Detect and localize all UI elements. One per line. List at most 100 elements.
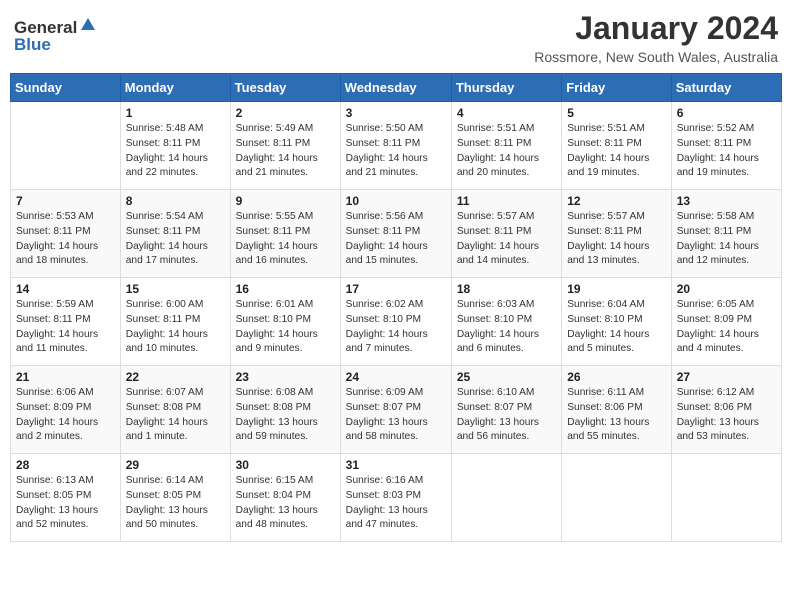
calendar-week-row: 28 Sunrise: 6:13 AM Sunset: 8:05 PM Dayli… xyxy=(11,454,782,542)
day-number: 3 xyxy=(346,106,446,120)
day-info: Sunrise: 6:07 AM Sunset: 8:08 PM Dayligh… xyxy=(126,386,225,445)
day-info: Sunrise: 5:53 AM Sunset: 8:11 PM Dayligh… xyxy=(16,210,115,269)
day-info: Sunrise: 5:56 AM Sunset: 8:11 PM Dayligh… xyxy=(346,210,446,269)
calendar-week-row: 1Sunrise: 5:48 AM Sunset: 8:11 PM Daylig… xyxy=(11,102,782,190)
day-info: Sunrise: 5:51 AM Sunset: 8:11 PM Dayligh… xyxy=(567,122,665,181)
day-number: 16 xyxy=(236,282,335,296)
day-info: Sunrise: 5:54 AM Sunset: 8:11 PM Dayligh… xyxy=(126,210,225,269)
calendar-table: Sunday Monday Tuesday Wednesday Thursday… xyxy=(10,73,782,542)
day-info: Sunrise: 5:58 AM Sunset: 8:11 PM Dayligh… xyxy=(677,210,776,269)
day-info: Sunrise: 5:51 AM Sunset: 8:11 PM Dayligh… xyxy=(457,122,556,181)
table-row: 18Sunrise: 6:03 AM Sunset: 8:10 PM Dayli… xyxy=(451,278,561,366)
table-row: 16Sunrise: 6:01 AM Sunset: 8:10 PM Dayli… xyxy=(230,278,340,366)
day-number: 9 xyxy=(236,194,335,208)
day-info: Sunrise: 6:04 AM Sunset: 8:10 PM Dayligh… xyxy=(567,298,665,357)
day-number: 21 xyxy=(16,370,115,384)
day-number: 19 xyxy=(567,282,665,296)
day-number: 26 xyxy=(567,370,665,384)
header-wednesday: Wednesday xyxy=(340,74,451,102)
day-info: Sunrise: 6:15 AM Sunset: 8:04 PM Dayligh… xyxy=(236,474,335,533)
day-number: 20 xyxy=(677,282,776,296)
day-info: Sunrise: 5:50 AM Sunset: 8:11 PM Dayligh… xyxy=(346,122,446,181)
header-thursday: Thursday xyxy=(451,74,561,102)
header-sunday: Sunday xyxy=(11,74,121,102)
day-number: 15 xyxy=(126,282,225,296)
table-row: 10 Sunrise: 5:56 AM Sunset: 8:11 PM Dayli… xyxy=(340,190,451,278)
day-number: 28 xyxy=(16,458,115,472)
table-row: 14Sunrise: 5:59 AM Sunset: 8:11 PM Dayli… xyxy=(11,278,121,366)
header-saturday: Saturday xyxy=(671,74,781,102)
table-row: 11 Sunrise: 5:57 AM Sunset: 8:11 PM Dayli… xyxy=(451,190,561,278)
day-number: 17 xyxy=(346,282,446,296)
day-number: 5 xyxy=(567,106,665,120)
day-info: Sunrise: 5:55 AM Sunset: 8:11 PM Dayligh… xyxy=(236,210,335,269)
table-row xyxy=(11,102,121,190)
table-row: 12 Sunrise: 5:57 AM Sunset: 8:11 PM Dayli… xyxy=(562,190,671,278)
logo-icon xyxy=(79,16,97,39)
table-row: 5 Sunrise: 5:51 AM Sunset: 8:11 PM Daylig… xyxy=(562,102,671,190)
day-info: Sunrise: 6:13 AM Sunset: 8:05 PM Dayligh… xyxy=(16,474,115,533)
table-row xyxy=(671,454,781,542)
table-row: 7 Sunrise: 5:53 AM Sunset: 8:11 PM Daylig… xyxy=(11,190,121,278)
day-info: Sunrise: 6:09 AM Sunset: 8:07 PM Dayligh… xyxy=(346,386,446,445)
header-monday: Monday xyxy=(120,74,230,102)
header-friday: Friday xyxy=(562,74,671,102)
day-number: 30 xyxy=(236,458,335,472)
day-info: Sunrise: 6:14 AM Sunset: 8:05 PM Dayligh… xyxy=(126,474,225,533)
day-number: 7 xyxy=(16,194,115,208)
day-number: 22 xyxy=(126,370,225,384)
day-number: 6 xyxy=(677,106,776,120)
table-row: 23 Sunrise: 6:08 AM Sunset: 8:08 PM Dayli… xyxy=(230,366,340,454)
day-number: 13 xyxy=(677,194,776,208)
calendar-week-row: 7 Sunrise: 5:53 AM Sunset: 8:11 PM Daylig… xyxy=(11,190,782,278)
day-info: Sunrise: 6:08 AM Sunset: 8:08 PM Dayligh… xyxy=(236,386,335,445)
logo-blue: Blue xyxy=(14,35,51,55)
table-row xyxy=(451,454,561,542)
day-number: 23 xyxy=(236,370,335,384)
day-number: 11 xyxy=(457,194,556,208)
calendar-subtitle: Rossmore, New South Wales, Australia xyxy=(534,49,778,65)
table-row: 20Sunrise: 6:05 AM Sunset: 8:09 PM Dayli… xyxy=(671,278,781,366)
calendar-week-row: 21 Sunrise: 6:06 AM Sunset: 8:09 PM Dayli… xyxy=(11,366,782,454)
table-row: 15 Sunrise: 6:00 AM Sunset: 8:11 PM Dayli… xyxy=(120,278,230,366)
day-number: 1 xyxy=(126,106,225,120)
table-row: 25Sunrise: 6:10 AM Sunset: 8:07 PM Dayli… xyxy=(451,366,561,454)
table-row: 26 Sunrise: 6:11 AM Sunset: 8:06 PM Dayli… xyxy=(562,366,671,454)
day-number: 27 xyxy=(677,370,776,384)
day-info: Sunrise: 5:49 AM Sunset: 8:11 PM Dayligh… xyxy=(236,122,335,181)
title-area: January 2024 Rossmore, New South Wales, … xyxy=(534,10,778,65)
day-info: Sunrise: 6:00 AM Sunset: 8:11 PM Dayligh… xyxy=(126,298,225,357)
day-info: Sunrise: 5:57 AM Sunset: 8:11 PM Dayligh… xyxy=(567,210,665,269)
day-number: 31 xyxy=(346,458,446,472)
table-row: 2 Sunrise: 5:49 AM Sunset: 8:11 PM Daylig… xyxy=(230,102,340,190)
day-number: 2 xyxy=(236,106,335,120)
table-row: 31Sunrise: 6:16 AM Sunset: 8:03 PM Dayli… xyxy=(340,454,451,542)
table-row: 6 Sunrise: 5:52 AM Sunset: 8:11 PM Daylig… xyxy=(671,102,781,190)
day-info: Sunrise: 6:02 AM Sunset: 8:10 PM Dayligh… xyxy=(346,298,446,357)
table-row: 9 Sunrise: 5:55 AM Sunset: 8:11 PM Daylig… xyxy=(230,190,340,278)
day-info: Sunrise: 6:06 AM Sunset: 8:09 PM Dayligh… xyxy=(16,386,115,445)
day-info: Sunrise: 5:57 AM Sunset: 8:11 PM Dayligh… xyxy=(457,210,556,269)
logo: General Blue xyxy=(14,16,97,55)
header: General Blue January 2024 Rossmore, New … xyxy=(10,10,782,65)
table-row: 8Sunrise: 5:54 AM Sunset: 8:11 PM Daylig… xyxy=(120,190,230,278)
day-number: 4 xyxy=(457,106,556,120)
table-row: 17 Sunrise: 6:02 AM Sunset: 8:10 PM Dayli… xyxy=(340,278,451,366)
day-number: 10 xyxy=(346,194,446,208)
table-row: 21 Sunrise: 6:06 AM Sunset: 8:09 PM Dayli… xyxy=(11,366,121,454)
day-number: 29 xyxy=(126,458,225,472)
day-number: 24 xyxy=(346,370,446,384)
day-number: 12 xyxy=(567,194,665,208)
header-tuesday: Tuesday xyxy=(230,74,340,102)
table-row: 4 Sunrise: 5:51 AM Sunset: 8:11 PM Daylig… xyxy=(451,102,561,190)
table-row: 19 Sunrise: 6:04 AM Sunset: 8:10 PM Dayli… xyxy=(562,278,671,366)
table-row: 30 Sunrise: 6:15 AM Sunset: 8:04 PM Dayli… xyxy=(230,454,340,542)
table-row: 29 Sunrise: 6:14 AM Sunset: 8:05 PM Dayli… xyxy=(120,454,230,542)
day-info: Sunrise: 6:10 AM Sunset: 8:07 PM Dayligh… xyxy=(457,386,556,445)
table-row: 3 Sunrise: 5:50 AM Sunset: 8:11 PM Daylig… xyxy=(340,102,451,190)
calendar-week-row: 14Sunrise: 5:59 AM Sunset: 8:11 PM Dayli… xyxy=(11,278,782,366)
table-row: 24 Sunrise: 6:09 AM Sunset: 8:07 PM Dayli… xyxy=(340,366,451,454)
day-info: Sunrise: 6:11 AM Sunset: 8:06 PM Dayligh… xyxy=(567,386,665,445)
day-number: 14 xyxy=(16,282,115,296)
day-info: Sunrise: 5:52 AM Sunset: 8:11 PM Dayligh… xyxy=(677,122,776,181)
